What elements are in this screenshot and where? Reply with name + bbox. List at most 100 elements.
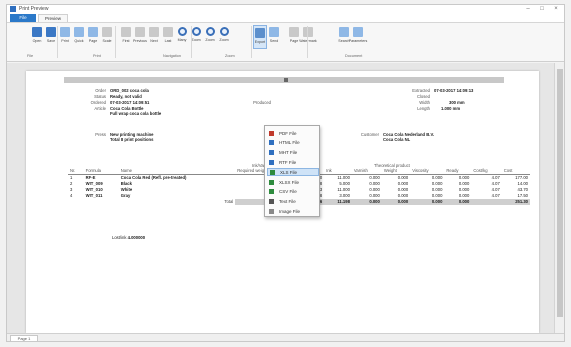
open-button[interactable]: Open bbox=[30, 25, 44, 49]
ordered-value: 07-03-2017 14:09:51 bbox=[110, 100, 150, 105]
export-text-file-item[interactable]: Text File bbox=[267, 198, 319, 206]
ribbon-button-label: Zoom bbox=[219, 38, 229, 42]
search-button[interactable]: Search bbox=[337, 25, 351, 49]
page-color-icon bbox=[289, 27, 299, 37]
table-cell bbox=[84, 199, 119, 205]
quick-print-button[interactable]: Quick bbox=[72, 25, 86, 49]
export-item-label: XLS File bbox=[280, 169, 298, 175]
table-cell bbox=[68, 199, 84, 205]
press-label: Press bbox=[95, 132, 106, 137]
export-html-file-item[interactable]: HTML File bbox=[267, 139, 319, 147]
minimize-icon[interactable]: – bbox=[524, 5, 532, 13]
export-pdf-file-item[interactable]: PDF File bbox=[267, 129, 319, 137]
ribbon-group-navigation: Navigation bbox=[163, 54, 181, 58]
ribbon-button-label: Next bbox=[150, 39, 158, 43]
ribbon-button-label: Export bbox=[254, 40, 266, 44]
ribbon-group-print: Print bbox=[93, 54, 101, 58]
next-page-icon bbox=[149, 27, 159, 37]
total-cell bbox=[471, 198, 502, 205]
export-mht-file-item[interactable]: MHT File bbox=[267, 149, 319, 157]
export-item-label: MHT File bbox=[279, 150, 298, 156]
column-header: Nr. bbox=[68, 163, 84, 175]
ribbon-button-label: Last bbox=[164, 39, 172, 43]
xlsx-file-icon bbox=[269, 179, 274, 185]
watermark-button[interactable]: Watermark bbox=[299, 25, 317, 49]
title-bar: Print Preview – □ × bbox=[7, 5, 564, 14]
window-title: Print Preview bbox=[19, 6, 49, 12]
extracted-value: 07-03-2017 14:09:13 bbox=[434, 88, 474, 93]
column-header: Weight bbox=[381, 163, 411, 175]
close-icon[interactable]: × bbox=[552, 5, 560, 13]
ribbon-button-label: Print bbox=[61, 39, 69, 43]
order-value: ORD_002 coca cola bbox=[110, 88, 149, 93]
status-label: Status bbox=[94, 94, 106, 99]
export-xlsx-file-item[interactable]: XLSX File bbox=[267, 178, 319, 186]
page-tab[interactable]: Page 1 bbox=[10, 335, 38, 341]
ribbon-separator bbox=[191, 26, 192, 58]
export-item-label: RTF File bbox=[279, 159, 297, 165]
previous-page-button[interactable]: Previous bbox=[133, 25, 147, 49]
maximize-icon[interactable]: □ bbox=[538, 5, 546, 13]
column-header: Cost/kg bbox=[471, 163, 502, 175]
page-setup-button[interactable]: Page bbox=[86, 25, 100, 49]
ribbon-separator bbox=[307, 26, 308, 58]
ribbon-button-label: Quick bbox=[74, 39, 84, 43]
save-button[interactable]: Save bbox=[44, 25, 58, 49]
tab-preview[interactable]: Preview bbox=[38, 14, 69, 22]
text-file-icon bbox=[269, 199, 274, 205]
width-label: Width bbox=[419, 100, 430, 105]
export-menu: PDF File HTML File MHT File RTF File XLS Fil… bbox=[264, 125, 320, 217]
html-file-icon bbox=[269, 140, 274, 146]
first-page-button[interactable]: First bbox=[119, 25, 133, 49]
ribbon-button-label: Many bbox=[177, 38, 187, 42]
tab-file[interactable]: File bbox=[10, 14, 36, 22]
total-cell: 0.000 bbox=[351, 198, 382, 205]
export-xls-file-item[interactable]: XLS File bbox=[267, 168, 319, 177]
zoom-in-button[interactable]: Zoom bbox=[217, 25, 231, 49]
parameters-icon bbox=[353, 27, 363, 37]
customer-label: Customer bbox=[360, 132, 379, 137]
parameters-button[interactable]: Parameters bbox=[348, 25, 368, 49]
band-marker bbox=[284, 78, 288, 82]
print-button[interactable]: Print bbox=[58, 25, 72, 49]
column-header: Varnish bbox=[351, 163, 382, 175]
export-csv-file-item[interactable]: CSV File bbox=[267, 188, 319, 196]
ribbon-button-label: Send bbox=[269, 39, 279, 43]
many-pages-button[interactable]: Many bbox=[175, 25, 189, 49]
article-description: Full wrap coca cola bottle bbox=[110, 111, 162, 116]
ribbon-button-label: Page bbox=[289, 39, 299, 43]
scale-button[interactable]: Scale bbox=[100, 25, 114, 49]
ribbon-button-label: Save bbox=[46, 39, 56, 43]
column-header: Ready bbox=[444, 163, 472, 175]
export-image-file-item[interactable]: Image File bbox=[267, 207, 319, 215]
scrollbar-thumb[interactable] bbox=[557, 69, 563, 317]
zoom-icon bbox=[205, 27, 215, 36]
export-item-label: PDF File bbox=[279, 130, 297, 136]
next-page-button[interactable]: Next bbox=[147, 25, 161, 49]
vertical-scrollbar[interactable] bbox=[554, 63, 564, 333]
send-icon bbox=[269, 27, 279, 37]
mht-file-icon bbox=[269, 150, 274, 156]
length-value: 1.000 mm bbox=[441, 106, 461, 111]
export-icon bbox=[255, 28, 265, 38]
ribbon-tabs: File Preview bbox=[7, 14, 564, 23]
ribbon-button-label: Parameters bbox=[348, 39, 368, 43]
last-page-button[interactable]: Last bbox=[161, 25, 175, 49]
last-page-icon bbox=[163, 27, 173, 37]
ordered-label: Ordered bbox=[90, 100, 106, 105]
export-item-label: XLSX File bbox=[279, 179, 300, 185]
total-cell: 0.000 bbox=[410, 198, 445, 205]
send-button[interactable]: Send bbox=[267, 25, 281, 49]
lost-ink-label: Lost/ink bbox=[112, 235, 127, 240]
pdf-file-icon bbox=[269, 130, 274, 136]
page-color-button[interactable]: Page bbox=[287, 25, 301, 49]
ribbon-button-label: Watermark bbox=[299, 39, 317, 43]
customer-description: Coca Cola NL bbox=[383, 137, 411, 142]
ribbon-separator bbox=[57, 26, 58, 58]
ribbon-separator bbox=[251, 26, 252, 58]
export-to-button[interactable]: Export bbox=[253, 25, 267, 49]
zoom-button[interactable]: Zoom bbox=[203, 25, 217, 49]
export-rtf-file-item[interactable]: RTF File bbox=[267, 158, 319, 166]
quick-print-icon bbox=[74, 27, 84, 37]
order-label: Order bbox=[95, 88, 106, 93]
